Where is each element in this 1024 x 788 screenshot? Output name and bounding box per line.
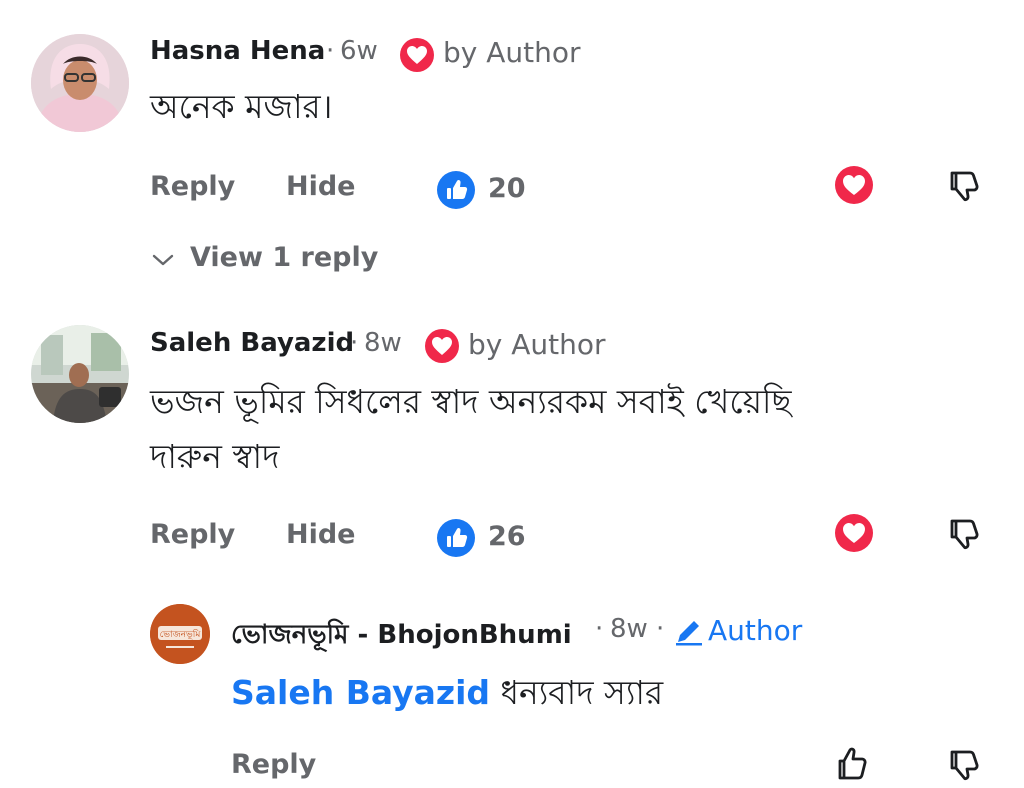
comment-author-name[interactable]: Saleh Bayazid — [150, 328, 354, 358]
reply-button[interactable]: Reply — [231, 749, 316, 780]
by-author-badge: by Author — [443, 36, 581, 69]
comment-text: অনেক মজার। — [150, 87, 333, 126]
comment-text-line-2: দারুন স্বাদ — [150, 437, 280, 476]
love-react-button-icon[interactable] — [834, 165, 874, 205]
view-replies-link[interactable]: View 1 reply — [190, 242, 378, 273]
avatar-hasna-hena[interactable] — [31, 34, 129, 132]
like-reaction-icon[interactable] — [436, 170, 476, 210]
thumbs-up-icon[interactable] — [832, 744, 872, 784]
comment-author-name[interactable]: Hasna Hena — [150, 36, 325, 66]
reply-dot-separator: · — [656, 614, 665, 644]
comment-dot-separator: · — [350, 328, 359, 358]
author-badge: Author — [708, 614, 803, 647]
reply-message: ধন্যবাদ স্যার — [490, 673, 664, 712]
page-avatar-logo[interactable]: ভোজনভূমি — [150, 604, 210, 664]
author-heart-icon — [399, 37, 435, 73]
thumbs-down-icon[interactable] — [944, 165, 984, 205]
love-react-button-icon[interactable] — [834, 513, 874, 553]
like-count[interactable]: 26 — [488, 521, 526, 552]
hide-button[interactable]: Hide — [286, 171, 356, 202]
thumbs-down-icon[interactable] — [944, 744, 984, 784]
person-avatar-image — [31, 325, 129, 423]
comment-text-line-1: ভজন ভূমির সিধলের স্বাদ অন্যরকম সবাই খেয়… — [150, 382, 792, 421]
like-count[interactable]: 20 — [488, 173, 526, 204]
like-reaction-icon[interactable] — [436, 518, 476, 558]
pencil-icon — [672, 614, 706, 648]
comment-timestamp[interactable]: 8w — [364, 328, 402, 358]
avatar-saleh-bayazid[interactable] — [31, 325, 129, 423]
hide-button[interactable]: Hide — [286, 519, 356, 550]
reply-button[interactable]: Reply — [150, 519, 235, 550]
thumbs-down-icon[interactable] — [944, 513, 984, 553]
chevron-down-icon[interactable] — [150, 250, 176, 270]
mention-link[interactable]: Saleh Bayazid — [231, 673, 490, 712]
comment-dot-separator: · — [326, 36, 335, 66]
by-author-badge: by Author — [468, 328, 606, 361]
reply-timestamp[interactable]: 8w — [610, 614, 648, 644]
reply-author-name[interactable]: ভোজনভূমি - BhojonBhumi — [231, 614, 572, 658]
reply-button[interactable]: Reply — [150, 171, 235, 202]
author-heart-icon — [424, 328, 460, 364]
comment-timestamp[interactable]: 6w — [340, 36, 378, 66]
reply-text: Saleh Bayazid ধন্যবাদ স্যার — [231, 666, 663, 720]
page-logo-text: ভোজনভূমি — [160, 629, 202, 640]
reply-dot-separator: · — [595, 614, 604, 644]
person-avatar-image — [31, 34, 129, 132]
